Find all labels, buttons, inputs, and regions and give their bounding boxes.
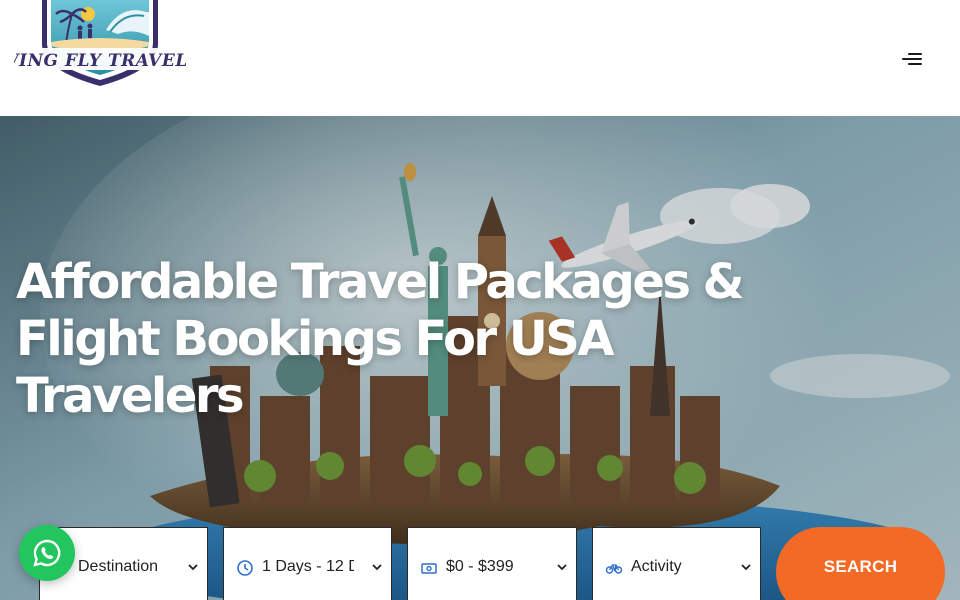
hero-title-line: Affordable Travel Packages & bbox=[16, 254, 745, 310]
activity-select[interactable]: Activity bbox=[592, 527, 761, 600]
price-label: $0 - $399 bbox=[446, 558, 514, 575]
search-button[interactable]: SEARCH bbox=[776, 527, 945, 600]
whatsapp-button[interactable] bbox=[19, 525, 75, 581]
money-icon bbox=[421, 563, 437, 574]
activity-label: Activity bbox=[631, 558, 682, 575]
menu-line bbox=[908, 53, 922, 55]
clock-icon bbox=[237, 560, 253, 576]
hero-title-line: Travelers bbox=[16, 368, 245, 424]
duration-select[interactable]: 1 Days - 12 Days bbox=[223, 527, 392, 600]
logo-badge-icon: WING FLY TRAVELS bbox=[0, 0, 200, 86]
chevron-down-icon bbox=[188, 564, 198, 571]
hamburger-menu-icon[interactable] bbox=[896, 46, 928, 72]
chevron-down-icon bbox=[741, 564, 751, 571]
chevron-down-icon bbox=[372, 564, 382, 571]
whatsapp-icon bbox=[33, 539, 61, 567]
hero-title-line: Flight Bookings For USA bbox=[16, 311, 615, 367]
chevron-down-icon bbox=[557, 564, 567, 571]
destination-label: Destination bbox=[78, 558, 159, 575]
site-logo[interactable]: WING FLY TRAVELS bbox=[0, 0, 200, 92]
bicycle-icon bbox=[605, 564, 623, 574]
hero-title: Affordable Travel Packages & Flight Book… bbox=[16, 254, 745, 425]
menu-line bbox=[902, 58, 922, 60]
duration-label: 1 Days - 12 Days bbox=[262, 558, 354, 575]
search-bar: Destination 1 Days - 12 Days $0 - $399 A… bbox=[0, 527, 960, 600]
search-button-label: SEARCH bbox=[823, 557, 898, 576]
price-select[interactable]: $0 - $399 bbox=[407, 527, 577, 600]
svg-text:WING FLY TRAVELS: WING FLY TRAVELS bbox=[14, 51, 186, 71]
menu-line bbox=[908, 63, 922, 65]
site-header: WING FLY TRAVELS bbox=[0, 0, 960, 116]
